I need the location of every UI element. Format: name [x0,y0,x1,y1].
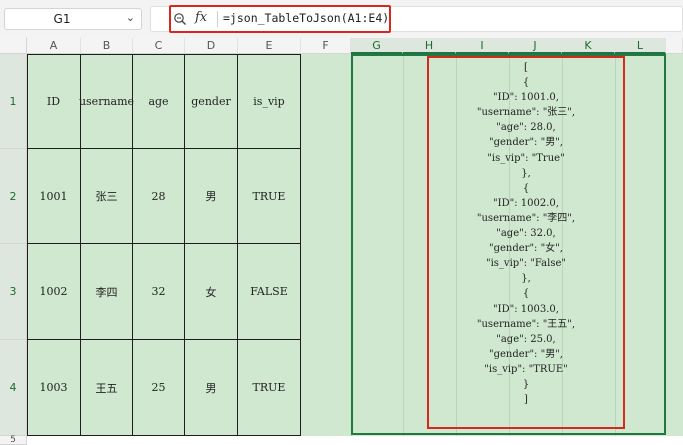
column-header-a[interactable]: A [27,38,81,54]
name-box[interactable]: G1 ⌄ [4,8,142,30]
cell-b4[interactable]: 王五 [81,340,133,436]
column-header-m[interactable] [666,38,683,54]
cell-a4[interactable]: 1003 [27,340,81,436]
cell-e3[interactable]: FALSE [238,244,301,340]
chevron-down-icon[interactable]: ⌄ [126,11,135,24]
json-line: "gender": "女", [489,243,563,255]
json-output-text: [ { "ID": 1001.0, "username": "张三", "age… [429,60,623,407]
json-line: } [522,378,530,390]
cell-a2[interactable]: 1001 [27,149,81,244]
row-5-cells[interactable] [27,436,683,445]
row-header-4[interactable]: 4 [0,340,27,436]
column-header-i[interactable]: I [456,38,509,54]
column-header-d[interactable]: D [185,38,238,54]
column-header-f[interactable]: F [301,38,351,54]
cell-c3[interactable]: 32 [133,244,185,340]
json-line: "username": "李四", [476,212,576,224]
column-header-k[interactable]: K [562,38,615,54]
column-header-b[interactable]: B [81,38,133,54]
json-line: "ID": 1001.0, [493,92,559,104]
json-line: "ID": 1002.0, [493,197,559,209]
json-line: "gender": "男", [489,137,563,149]
json-line: "username": "王五", [476,318,576,330]
json-line: ] [524,394,528,406]
json-line: "age": 32.0, [496,228,556,240]
cell-b3[interactable]: 李四 [81,244,133,340]
json-line: "gender": "男", [489,348,563,360]
json-line: "is_vip": "False" [486,258,566,270]
cell-e2[interactable]: TRUE [238,149,301,244]
json-line: }, [521,167,531,179]
json-line: "is_vip": "True" [487,152,565,164]
cell-d1[interactable]: gender [185,54,238,149]
cell-a1[interactable]: ID [27,54,81,149]
cell-d4[interactable]: 男 [185,340,238,436]
json-line: { [522,182,530,194]
cell-b1[interactable]: username [79,54,134,149]
row-header-1[interactable]: 1 [0,54,27,149]
cell-e1[interactable]: is_vip [238,54,301,149]
cell-c2[interactable]: 28 [133,149,185,244]
json-line: "age": 25.0, [496,333,556,345]
cell-d3[interactable]: 女 [185,244,238,340]
cell-c1[interactable]: age [133,54,185,149]
column-header-l[interactable]: L [615,38,666,54]
cell-a3[interactable]: 1002 [27,244,81,340]
cell-b2[interactable]: 张三 [81,149,133,244]
json-line: "username": "张三", [476,107,576,119]
cell-e4[interactable]: TRUE [238,340,301,436]
row-header-3[interactable]: 3 [0,244,27,340]
json-line: { [522,77,530,89]
json-line: "ID": 1003.0, [493,303,559,315]
json-line: }, [521,273,531,285]
column-header-g[interactable]: G [351,38,403,54]
json-line: "age": 28.0, [496,122,556,134]
name-box-value: G1 [53,12,71,26]
json-line: "is_vip": "TRUE" [484,363,568,375]
cell-d2[interactable]: 男 [185,149,238,244]
select-all-corner[interactable] [0,38,27,54]
cell-c4[interactable]: 25 [133,340,185,436]
row-header-2[interactable]: 2 [0,149,27,244]
json-line: { [522,288,530,300]
column-header-j[interactable]: J [509,38,562,54]
column-header-h[interactable]: H [403,38,456,54]
column-header-e[interactable]: E [238,38,301,54]
formula-highlight-box [169,5,391,33]
row-header-5[interactable]: 5 [0,436,27,445]
column-header-c[interactable]: C [133,38,185,54]
json-line: [ [524,62,528,73]
